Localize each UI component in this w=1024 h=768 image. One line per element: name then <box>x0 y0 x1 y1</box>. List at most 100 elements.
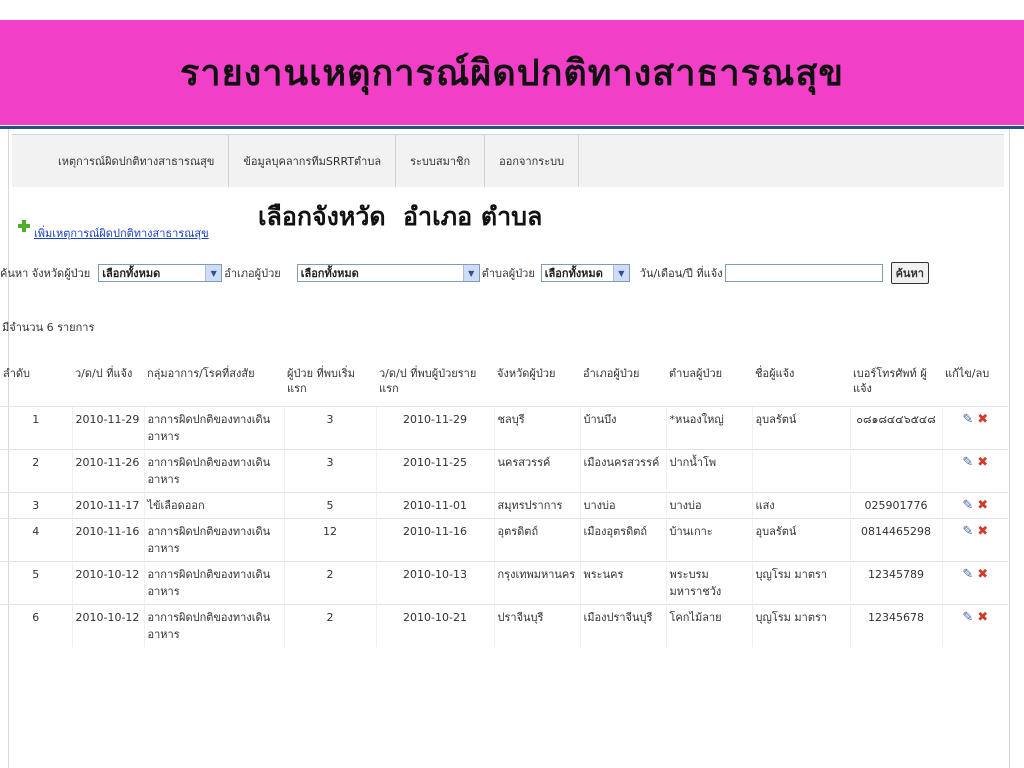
nav-item-events[interactable]: เหตุการณ์ผิดปกติทางสาธารณสุข <box>12 135 230 187</box>
x-icon[interactable]: ✖ <box>977 609 988 626</box>
table-row: 6 2010-10-12 อาการผิดปกติของทางเดินอาหาร… <box>0 603 1008 647</box>
search-button[interactable]: ค้นหา <box>890 262 929 284</box>
cell-report-date: 2010-11-26 <box>71 448 144 492</box>
col-header-no: ลำดับ <box>0 362 72 407</box>
cell-first-patients: 3 <box>283 448 376 492</box>
cell-phone: 12345789 <box>849 560 942 604</box>
cell-syndrome: อาการผิดปกติของทางเดินอาหาร <box>143 405 284 449</box>
pencil-icon[interactable]: ✎ <box>962 454 973 471</box>
subdistrict-label: ตำบลผู้ป่วย <box>481 267 535 280</box>
date-label: วัน/เดือน/ปี ที่แจ้ง <box>639 267 723 280</box>
cell-first-patients: 3 <box>283 405 376 449</box>
subdistrict-select[interactable]: เลือกทั้งหมด ▼ <box>540 264 630 282</box>
cell-actions: ✎ ✖ <box>941 517 1008 561</box>
x-icon[interactable]: ✖ <box>977 523 988 540</box>
table-row: 2 2010-11-26 อาการผิดปกติของทางเดินอาหาร… <box>0 448 1008 492</box>
overlay-caption: เลือกจังหวัด อำเภอ ตำบล <box>258 202 543 231</box>
table-row: 3 2010-11-17 ไข้เลือดออก 5 2010-11-01 สม… <box>0 491 1008 518</box>
cell-reporter: บุญโรม มาตรา <box>751 603 850 647</box>
cell-actions: ✎ ✖ <box>941 603 1008 647</box>
chevron-down-icon: ▼ <box>462 265 479 281</box>
cell-no: 2 <box>0 448 72 492</box>
cell-first-case-date: 2010-11-16 <box>375 517 494 561</box>
pencil-icon[interactable]: ✎ <box>962 609 973 626</box>
cell-province: อุตรดิตถ์ <box>493 517 580 561</box>
cell-first-patients: 5 <box>283 491 376 518</box>
cell-reporter: อุบลรัตน์ <box>751 405 850 449</box>
cell-subdistrict: *หนองใหญ่ <box>665 405 752 449</box>
cell-syndrome: อาการผิดปกติของทางเดินอาหาร <box>143 603 284 647</box>
cell-report-date: 2010-11-29 <box>71 405 144 449</box>
col-header-subdistrict: ตำบลผู้ป่วย <box>666 362 752 407</box>
cell-syndrome: ไข้เลือดออก <box>143 491 284 518</box>
nav-item-srrt-staff[interactable]: ข้อมูลบุคลากรทีมSRRTตำบล <box>229 135 397 187</box>
cell-first-case-date: 2010-11-25 <box>375 448 494 492</box>
cell-province: กรุงเทพมหานคร <box>493 560 580 604</box>
pencil-icon[interactable]: ✎ <box>962 497 973 514</box>
cell-phone: 025901776 <box>849 491 942 518</box>
district-label: อำเภอผู้ป่วย <box>224 267 281 280</box>
cell-no: 4 <box>0 517 72 561</box>
cell-district: เมืองอุตรดิตถ์ <box>579 517 666 561</box>
cell-subdistrict: โคกไม้ลาย <box>665 603 752 647</box>
cell-first-patients: 12 <box>283 517 376 561</box>
province-select[interactable]: เลือกทั้งหมด ▼ <box>98 264 223 282</box>
pencil-icon[interactable]: ✎ <box>962 566 973 583</box>
slide-title: รายงานเหตุการณ์ผิดปกติทางสาธารณสุข <box>180 52 844 94</box>
cell-province: ปราจีนบุรี <box>493 603 580 647</box>
pencil-icon[interactable]: ✎ <box>962 523 973 540</box>
col-header-syndrome: กลุ่มอาการ/โรคที่สงสัย <box>144 362 284 407</box>
nav-item-members[interactable]: ระบบสมาชิก <box>396 135 486 187</box>
table-row: 1 2010-11-29 อาการผิดปกติของทางเดินอาหาร… <box>0 405 1008 449</box>
cell-report-date: 2010-11-17 <box>71 491 144 518</box>
cell-reporter: อุบลรัตน์ <box>751 517 850 561</box>
cell-district: บ้านบึง <box>579 405 666 449</box>
cell-actions: ✎ ✖ <box>941 560 1008 604</box>
table-row: 4 2010-11-16 อาการผิดปกติของทางเดินอาหาร… <box>0 517 1008 561</box>
cell-first-patients: 2 <box>283 560 376 604</box>
district-select-value: เลือกทั้งหมด <box>300 267 359 280</box>
district-select[interactable]: เลือกทั้งหมด ▼ <box>296 264 480 282</box>
x-icon[interactable]: ✖ <box>977 454 988 471</box>
cell-first-patients: 2 <box>283 603 376 647</box>
add-event-link[interactable]: เพิ่มเหตุการณ์ผิดปกติทางสาธารณสุข <box>34 224 209 242</box>
top-navbar: เหตุการณ์ผิดปกติทางสาธารณสุข ข้อมูลบุคลา… <box>12 134 1004 187</box>
cell-province: ชลบุรี <box>493 405 580 449</box>
cell-district: พระนคร <box>579 560 666 604</box>
cell-phone: ๐๘๑๘๔๔๖๕๔๘ <box>849 405 942 449</box>
cell-syndrome: อาการผิดปกติของทางเดินอาหาร <box>143 448 284 492</box>
chevron-down-icon: ▼ <box>205 265 222 281</box>
nav-item-logout[interactable]: ออกจากระบบ <box>485 135 580 187</box>
x-icon[interactable]: ✖ <box>977 566 988 583</box>
table-row: 5 2010-10-12 อาการผิดปกติของทางเดินอาหาร… <box>0 560 1008 604</box>
col-header-reporter: ชื่อผู้แจ้ง <box>752 362 850 407</box>
cell-syndrome: อาการผิดปกติของทางเดินอาหาร <box>143 517 284 561</box>
province-label: ค้นหา จังหวัดผู้ป่วย <box>0 267 91 280</box>
cell-subdistrict: พระบรมมหาราชวัง <box>665 560 752 604</box>
cell-report-date: 2010-10-12 <box>71 560 144 604</box>
col-header-phone: เบอร์โทรศัพท์ ผู้แจ้ง <box>850 362 942 407</box>
cell-first-case-date: 2010-10-13 <box>375 560 494 604</box>
col-header-first-patients: ผู้ป่วย ที่พบเริ่มแรก <box>284 362 376 407</box>
cell-first-case-date: 2010-11-01 <box>375 491 494 518</box>
cell-district: เมืองปราจีนบุรี <box>579 603 666 647</box>
cell-report-date: 2010-10-12 <box>71 603 144 647</box>
cell-first-case-date: 2010-10-21 <box>375 603 494 647</box>
cell-subdistrict: บ้านเกาะ <box>665 517 752 561</box>
cell-first-case-date: 2010-11-29 <box>375 405 494 449</box>
cell-district: เมืองนครสวรรค์ <box>579 448 666 492</box>
cell-phone: 12345678 <box>849 603 942 647</box>
pencil-icon[interactable]: ✎ <box>962 411 973 428</box>
add-event-row: เพิ่มเหตุการณ์ผิดปกติทางสาธารณสุข <box>18 210 209 242</box>
date-input[interactable] <box>724 264 883 282</box>
cell-no: 5 <box>0 560 72 604</box>
x-icon[interactable]: ✖ <box>977 411 988 428</box>
x-icon[interactable]: ✖ <box>977 497 988 514</box>
cell-district: บางบ่อ <box>579 491 666 518</box>
plus-icon <box>18 220 30 232</box>
cell-subdistrict: บางบ่อ <box>665 491 752 518</box>
cell-no: 6 <box>0 603 72 647</box>
col-header-district: อำเภอผู้ป่วย <box>580 362 666 407</box>
cell-phone <box>849 448 942 492</box>
cell-no: 1 <box>0 405 72 449</box>
